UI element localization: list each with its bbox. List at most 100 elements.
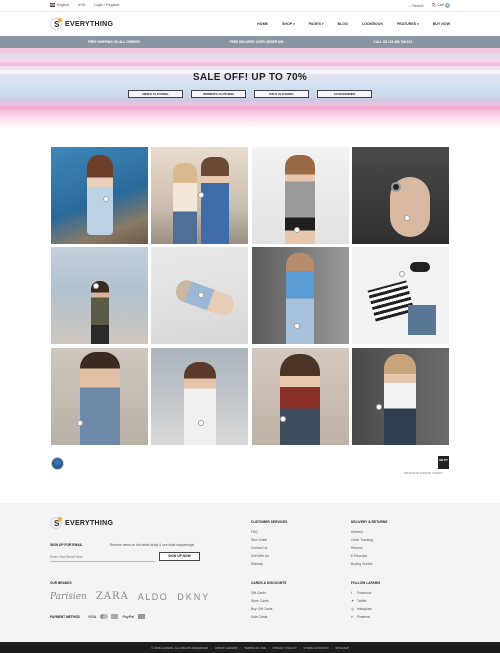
- photo-tile[interactable]: [351, 247, 449, 345]
- footer-link[interactable]: Store Cards: [251, 598, 286, 606]
- store-location-link[interactable]: STORE LOCATION: [303, 646, 328, 650]
- visa-icon: VISA: [88, 614, 97, 619]
- photo-tile[interactable]: [251, 147, 349, 244]
- footer-link[interactable]: Size Guide: [251, 537, 287, 545]
- search-icon: ⌕: [409, 3, 412, 8]
- follow-title: FOLLOW LAFARIS: [351, 581, 381, 585]
- instagram-avatar[interactable]: [51, 457, 64, 470]
- footer-link[interactable]: Sitemap: [251, 561, 287, 569]
- photo-tile[interactable]: [151, 247, 249, 345]
- photo-tile[interactable]: [51, 147, 148, 244]
- language-label: English: [57, 3, 69, 7]
- snappt-logo-icon[interactable]: SN PT: [438, 456, 449, 469]
- hotspot-dot[interactable]: [398, 271, 405, 278]
- customer-services-title: CUSTOMER SERVICES: [251, 520, 288, 524]
- footer-link[interactable]: Gift Cards: [251, 590, 286, 598]
- brand-logo-parisien[interactable]: Parisien: [50, 592, 87, 602]
- brand-logo-zara[interactable]: ZARA: [96, 591, 129, 602]
- email-input[interactable]: [50, 553, 155, 562]
- strip-phone: CALL US 123 456 789 012: [373, 40, 412, 44]
- language-selector[interactable]: English: [50, 3, 69, 7]
- nav-blog[interactable]: BLOG: [338, 22, 348, 26]
- customer-services-column: CUSTOMER SERVICES FAQ Size Guide Contact…: [251, 520, 287, 569]
- follow-column: FOLLOW LAFARIS f Facebook ✦ Twitter ◎ Insta…: [351, 581, 380, 622]
- chevron-down-icon: ▾: [417, 22, 419, 26]
- hero-texture: [0, 62, 500, 66]
- footer-link[interactable]: Delivery: [351, 529, 387, 537]
- delivery-returns-column: DELIVERY & RETURNS Delivery Order Tracki…: [351, 520, 387, 569]
- hotspot-dot[interactable]: [403, 215, 410, 221]
- photo-tile[interactable]: [51, 247, 148, 345]
- signup-button[interactable]: SIGN UP NOW: [159, 552, 200, 561]
- photo-tile[interactable]: [151, 347, 249, 445]
- pinterest-link[interactable]: ℗ Pinterest: [351, 614, 380, 622]
- photo-tile[interactable]: [251, 247, 349, 345]
- brand-logos: Parisien ZARA ALDO DKNY: [50, 591, 210, 602]
- cart-label: Cart: [437, 3, 444, 7]
- logo-text: EVERYTHING: [65, 20, 114, 28]
- instagram-link[interactable]: ◎ Instagram: [351, 606, 380, 614]
- brand-logo-dkny[interactable]: DKNY: [177, 592, 210, 602]
- divider: |: [240, 645, 242, 650]
- site-footer: S EVERYTHING SIGN UP FOR EMAIL Receive n…: [0, 503, 500, 642]
- chevron-down-icon: ▾: [293, 22, 295, 26]
- twitter-link[interactable]: ✦ Twitter: [351, 598, 380, 606]
- hotspot-dot[interactable]: [279, 415, 286, 422]
- terms-link[interactable]: TERMS OF USE: [244, 646, 266, 650]
- account-link[interactable]: Login / Register: [94, 3, 119, 7]
- hotspot-dot[interactable]: [375, 403, 382, 410]
- footer-link[interactable]: E-Receipts: [351, 553, 387, 561]
- payment-label: PAYMENT METHOD: [50, 615, 80, 619]
- hotspot-dot[interactable]: [293, 227, 300, 233]
- brands-label: OUR BRANDS: [50, 581, 72, 585]
- footer-link[interactable]: Sell With Us: [251, 553, 287, 561]
- hotspot-dot[interactable]: [77, 419, 83, 426]
- main-nav: HOME SHOP▾ PAGES▾ BLOG LOOKBOOK FEATURES…: [257, 22, 450, 26]
- cart-link[interactable]: 🛍 Cart 0: [432, 3, 450, 8]
- site-logo[interactable]: S EVERYTHING: [50, 18, 113, 30]
- photo-tile[interactable]: [151, 147, 249, 244]
- photo-tile[interactable]: [351, 347, 449, 445]
- photo-tile[interactable]: [351, 147, 449, 244]
- footer-link[interactable]: Buy Gift Cards: [251, 606, 286, 614]
- signup-description: Receive news on the latest deals & see w…: [110, 543, 195, 547]
- instagram-credit[interactable]: INSTAGRAM SHOP BY SNAPPT: [404, 472, 442, 475]
- currency-selector[interactable]: USD: [78, 3, 86, 7]
- footer-link[interactable]: Contact Us: [251, 545, 287, 553]
- facebook-link[interactable]: f Facebook: [351, 590, 380, 598]
- site-map-link[interactable]: SITE MAP: [335, 646, 349, 650]
- nav-pages[interactable]: PAGES▾: [309, 22, 324, 26]
- card-icon: [138, 614, 146, 619]
- hotspot-dot[interactable]: [293, 323, 300, 330]
- hotspot-dot[interactable]: [103, 196, 109, 202]
- nav-features[interactable]: FEATURES▾: [397, 22, 419, 26]
- privacy-link[interactable]: PRIVACY POLICY: [273, 646, 297, 650]
- mastercard-icon: [100, 614, 108, 619]
- footer-link[interactable]: Buying Guides: [351, 561, 387, 569]
- nav-buy-now[interactable]: BUY NOW: [433, 22, 450, 26]
- footer-logo[interactable]: S EVERYTHING: [50, 517, 113, 529]
- footer-link[interactable]: Returns: [351, 545, 387, 553]
- hero-texture: [0, 54, 500, 58]
- photo-tile[interactable]: [251, 347, 349, 445]
- nav-lookbook[interactable]: LOOKBOOK: [362, 22, 383, 26]
- payment-icons: VISA PayPal: [88, 614, 146, 619]
- mens-clothing-button[interactable]: MEN'S CLOTHING: [128, 90, 183, 98]
- photo-tile[interactable]: [51, 347, 148, 445]
- footer-link[interactable]: Sale Cards: [251, 614, 286, 622]
- kids-clothing-button[interactable]: KID'S CLOTHING: [254, 90, 309, 98]
- footer-link[interactable]: FAQ: [251, 529, 287, 537]
- womens-clothing-button[interactable]: WOMEN'S CLOTHING: [191, 90, 246, 98]
- nav-shop[interactable]: SHOP▾: [282, 22, 295, 26]
- divider: |: [211, 645, 212, 650]
- nav-home[interactable]: HOME: [257, 22, 268, 26]
- search-link[interactable]: ⌕ Search: [409, 4, 423, 8]
- hotspot-dot[interactable]: [198, 419, 205, 426]
- divider: |: [299, 645, 301, 650]
- hero-banner: SALE OFF! UP TO 70% MEN'S CLOTHING WOMEN…: [0, 48, 500, 128]
- instagram-photo-grid: [51, 147, 449, 445]
- accessories-button[interactable]: ACCESSORIES: [317, 90, 372, 98]
- footer-link[interactable]: Order Tracking: [351, 537, 387, 545]
- brand-logo-aldo[interactable]: ALDO: [138, 592, 169, 602]
- about-link[interactable]: ABOUT LAFARIS: [215, 646, 238, 650]
